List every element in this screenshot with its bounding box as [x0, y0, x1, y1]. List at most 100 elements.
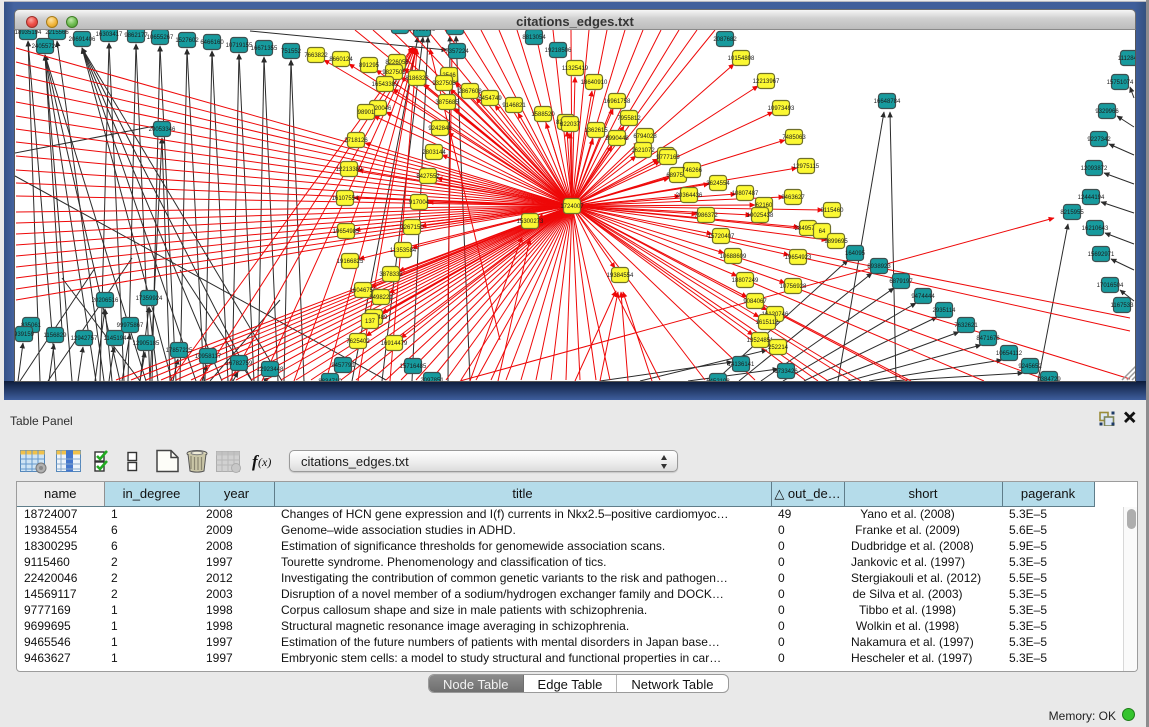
svg-text:24055724: 24055724: [32, 44, 59, 50]
svg-text:14136141: 14136141: [728, 362, 755, 368]
svg-text:8454749: 8454749: [478, 96, 502, 102]
svg-text:6794028: 6794028: [633, 134, 657, 140]
svg-text:16961758: 16961758: [604, 99, 631, 105]
svg-text:15751074: 15751074: [1107, 80, 1134, 86]
svg-text:164095: 164095: [845, 251, 866, 257]
svg-text:917004: 917004: [409, 200, 430, 206]
svg-text:10688609: 10688609: [720, 254, 747, 260]
svg-text:18640910: 18640910: [581, 80, 608, 86]
svg-text:9463627: 9463627: [781, 195, 805, 201]
svg-text:6452108: 6452108: [706, 379, 730, 381]
svg-text:7625402: 7625402: [346, 339, 370, 345]
svg-text:10719155: 10719155: [226, 43, 253, 49]
svg-text:17857225: 17857225: [166, 348, 193, 354]
svg-text:2718126: 2718126: [344, 138, 368, 144]
svg-text:10756928: 10756928: [780, 284, 807, 290]
svg-text:10655267: 10655267: [147, 35, 174, 41]
svg-text:9474444: 9474444: [911, 294, 935, 300]
svg-text:10958117: 10958117: [195, 354, 222, 360]
svg-text:15300273: 15300273: [517, 219, 544, 225]
svg-text:19654923: 19654923: [785, 255, 812, 261]
svg-text:99975867: 99975867: [117, 323, 144, 329]
svg-text:8990448: 8990448: [605, 136, 629, 142]
svg-text:7663822: 7663822: [304, 53, 328, 59]
svg-text:(x): (x): [258, 455, 271, 469]
svg-text:15692971: 15692971: [1088, 252, 1115, 258]
svg-text:746266: 746266: [682, 168, 703, 174]
svg-text:10025438: 10025438: [747, 213, 774, 219]
svg-text:9384729: 9384729: [1037, 377, 1061, 381]
svg-text:17359924: 17359924: [136, 296, 163, 302]
svg-text:9329966: 9329966: [1095, 109, 1119, 115]
svg-text:8813054: 8813054: [522, 35, 546, 41]
svg-text:19654985: 19654985: [333, 229, 360, 235]
svg-text:9084067: 9084067: [743, 299, 767, 305]
svg-text:2935114: 2935114: [933, 308, 957, 314]
svg-text:1724007: 1724007: [560, 204, 584, 210]
svg-text:10807487: 10807487: [732, 191, 759, 197]
svg-text:9457791: 9457791: [331, 363, 355, 369]
svg-text:1112842: 1112842: [1118, 56, 1135, 62]
svg-text:1167533: 1167533: [1111, 303, 1135, 309]
svg-text:8834710: 8834710: [318, 379, 342, 381]
svg-text:16671355: 16671355: [251, 46, 278, 52]
svg-text:19384554: 19384554: [607, 273, 634, 279]
svg-text:12975115: 12975115: [793, 164, 820, 170]
svg-text:1362615: 1362615: [584, 128, 608, 134]
svg-text:16543382: 16543382: [372, 82, 399, 88]
svg-text:12093872: 12093872: [1081, 166, 1108, 172]
svg-text:10154808: 10154808: [728, 56, 755, 62]
svg-text:16033809: 16033809: [409, 30, 436, 33]
svg-text:939159: 939159: [15, 332, 35, 338]
svg-text:9899695: 9899695: [824, 239, 848, 245]
svg-text:1615112: 1615112: [756, 320, 780, 326]
svg-text:12213967: 12213967: [753, 79, 780, 85]
svg-text:7485063: 7485063: [782, 135, 806, 141]
svg-text:16303417: 16303417: [96, 32, 123, 38]
svg-text:17016504: 17016504: [1097, 283, 1124, 289]
svg-text:12905185: 12905185: [133, 341, 160, 347]
svg-text:891295: 891295: [359, 63, 380, 69]
svg-text:9327503: 9327503: [432, 81, 456, 87]
svg-text:3875685: 3875685: [435, 100, 459, 106]
svg-text:7632621: 7632621: [954, 323, 978, 329]
svg-text:98901: 98901: [358, 110, 375, 116]
svg-text:3498222: 3498222: [369, 295, 393, 301]
svg-text:2087682: 2087682: [713, 37, 737, 43]
svg-text:8186323: 8186323: [405, 76, 429, 82]
svg-text:137: 137: [365, 319, 376, 325]
svg-text:64: 64: [819, 229, 826, 235]
svg-text:3624554: 3624554: [706, 181, 730, 187]
svg-text:3878332: 3878332: [379, 272, 403, 278]
svg-text:9115460: 9115460: [821, 208, 845, 214]
svg-text:19218506: 19218506: [545, 48, 572, 54]
svg-text:9777169: 9777169: [656, 155, 680, 161]
svg-text:12213389: 12213389: [336, 167, 363, 173]
svg-text:11353584: 11353584: [390, 248, 417, 254]
svg-text:12942757: 12942757: [71, 336, 98, 342]
svg-text:9827503: 9827503: [382, 70, 406, 76]
svg-text:10973493: 10973493: [768, 106, 795, 112]
svg-text:822037: 822037: [560, 122, 581, 128]
svg-text:9245652: 9245652: [1018, 364, 1042, 370]
svg-text:9862177: 9862177: [124, 33, 148, 39]
svg-text:11325419: 11325419: [562, 66, 589, 72]
svg-text:20053346: 20053346: [149, 127, 176, 133]
svg-text:20206516: 20206516: [92, 298, 119, 304]
svg-text:1156829: 1156829: [44, 333, 68, 339]
svg-text:8471676: 8471676: [976, 336, 1000, 342]
svg-text:10654112: 10654112: [996, 351, 1023, 357]
svg-text:8427552: 8427552: [416, 174, 440, 180]
svg-text:16107554: 16107554: [332, 196, 359, 202]
svg-text:15720407: 15720407: [708, 234, 735, 240]
svg-text:8938923: 8938923: [867, 264, 891, 270]
svg-text:3267150: 3267150: [400, 225, 424, 231]
svg-text:7357224: 7357224: [445, 49, 469, 55]
svg-text:7955812: 7955812: [617, 116, 641, 122]
svg-text:12923448: 12923448: [257, 367, 284, 373]
svg-text:2097851: 2097851: [420, 378, 444, 381]
svg-text:9227342: 9227342: [1087, 137, 1111, 143]
svg-text:6466160: 6466160: [200, 40, 224, 46]
svg-text:1588520: 1588520: [531, 112, 555, 118]
svg-text:16782759: 16782759: [226, 361, 253, 367]
